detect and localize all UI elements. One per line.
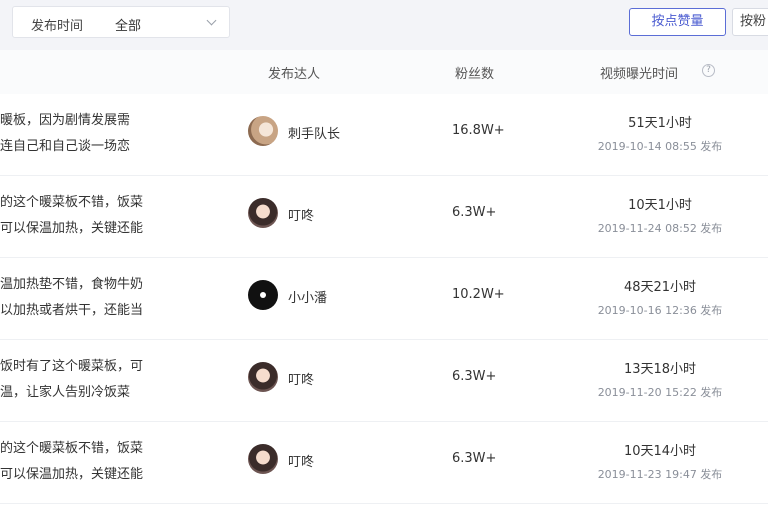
column-exposure-time[interactable]: 视频曝光时间 (600, 63, 678, 82)
fans-count: 6.3W+ (452, 205, 497, 220)
table-row[interactable]: 的这个暖菜板不错，饭菜 可以保温加热，关键还能 叮咚 6.3W+ 10天14小时… (0, 422, 768, 504)
table-row[interactable]: 的这个暖菜板不错，饭菜 可以保温加热，关键还能 叮咚 6.3W+ 10天1小时 … (0, 176, 768, 258)
video-description: 温加热垫不错，食物牛奶 以加热或者烘干，还能当 (0, 277, 144, 318)
video-description: 饭时有了这个暖菜板，可 温，让家人告别冷饭菜 (0, 359, 144, 400)
chevron-down-icon (206, 15, 217, 26)
column-influencer[interactable]: 发布达人 (268, 63, 320, 82)
exposure-duration: 10天1小时 (628, 198, 692, 213)
column-fans[interactable]: 粉丝数 (455, 63, 494, 82)
publish-time-filter[interactable]: 发布时间 全部 (12, 6, 230, 38)
influencer-name[interactable]: 叮咚 (288, 451, 314, 470)
exposure-duration: 13天18小时 (623, 362, 697, 377)
table-header: 发布达人 粉丝数 视频曝光时间 ? (0, 50, 768, 94)
video-table: 发布达人 粉丝数 视频曝光时间 ? 暖板，因为剧情发展需 连自己和自己谈一场恋 … (0, 50, 768, 510)
table-row[interactable]: 温加热垫不错，食物牛奶 以加热或者烘干，还能当 小小潘 10.2W+ 48天21… (0, 258, 768, 340)
avatar[interactable] (248, 280, 278, 310)
fans-count: 6.3W+ (452, 451, 497, 466)
info-icon[interactable]: ? (702, 64, 715, 77)
filter-value: 全部 (115, 19, 142, 34)
fans-count: 16.8W+ (452, 123, 505, 138)
table-row[interactable]: 暖板，因为剧情发展需 连自己和自己谈一场恋 刺手队长 16.8W+ 51天1小时… (0, 94, 768, 176)
toolbar: 发布时间 全部 按点赞量 按粉 (0, 0, 768, 48)
influencer-name[interactable]: 叮咚 (288, 369, 314, 388)
sort-by-likes-button[interactable]: 按点赞量 (629, 8, 726, 36)
avatar[interactable] (248, 362, 278, 392)
exposure-duration: 10天14小时 (623, 444, 697, 459)
exposure-duration: 48天21小时 (623, 280, 697, 295)
video-description: 的这个暖菜板不错，饭菜 可以保温加热，关键还能 (0, 441, 144, 482)
video-description: 暖板，因为剧情发展需 连自己和自己谈一场恋 (0, 113, 131, 154)
filter-label: 发布时间 (31, 19, 84, 34)
sort-by-fans-button[interactable]: 按粉 (732, 8, 768, 36)
avatar[interactable] (248, 116, 278, 146)
table-row[interactable]: 饭时有了这个暖菜板，可 温，让家人告别冷饭菜 叮咚 6.3W+ 13天18小时 … (0, 340, 768, 422)
avatar[interactable] (248, 198, 278, 228)
influencer-name[interactable]: 叮咚 (288, 205, 314, 224)
exposure-duration: 51天1小时 (628, 116, 692, 131)
publish-time: 2019-11-23 19:47 发布 (597, 468, 723, 481)
influencer-name[interactable]: 小小潘 (288, 287, 327, 306)
publish-time: 2019-10-14 08:55 发布 (597, 140, 723, 153)
video-description: 的这个暖菜板不错，饭菜 可以保温加热，关键还能 (0, 195, 144, 236)
publish-time: 2019-11-20 15:22 发布 (597, 386, 723, 399)
fans-count: 6.3W+ (452, 369, 497, 384)
influencer-name[interactable]: 刺手队长 (288, 123, 340, 142)
avatar[interactable] (248, 444, 278, 474)
publish-time: 2019-10-16 12:36 发布 (597, 304, 723, 317)
publish-time: 2019-11-24 08:52 发布 (597, 222, 723, 235)
fans-count: 10.2W+ (452, 287, 505, 302)
